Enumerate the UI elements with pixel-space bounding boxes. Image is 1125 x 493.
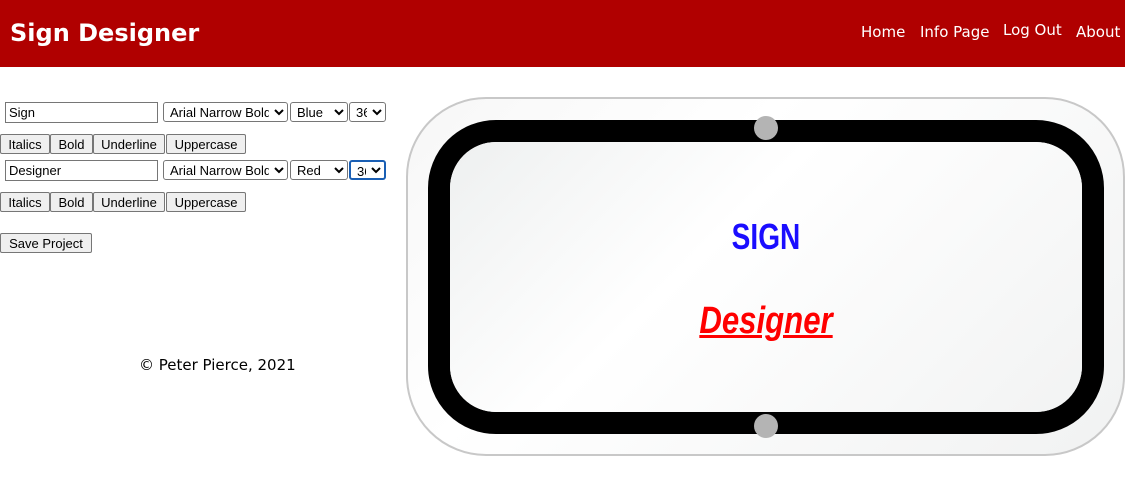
line2-bold-button[interactable]: Bold <box>50 192 93 212</box>
line1-underline-button[interactable]: Underline <box>93 134 165 154</box>
line1-color-select[interactable]: Blue <box>290 102 348 122</box>
line2-font-select[interactable]: Arial Narrow Bold <box>163 160 288 180</box>
sign-face <box>450 142 1082 412</box>
line2-underline-button[interactable]: Underline <box>93 192 165 212</box>
sign-preview-line1: SIGN <box>731 216 801 257</box>
app-title: Sign Designer <box>10 19 200 47</box>
line1-italics-button[interactable]: Italics <box>0 134 50 154</box>
line2-text-input[interactable] <box>5 160 158 181</box>
footer-copyright: © Peter Pierce, 2021 <box>139 356 296 374</box>
nav-info-link[interactable]: Info Page <box>920 22 989 42</box>
save-project-button[interactable]: Save Project <box>0 233 92 253</box>
line1-text-input[interactable] <box>5 102 158 123</box>
top-bar: Sign Designer Home Info Page Log Out Abo… <box>0 0 1125 67</box>
line2-size-select[interactable]: 36 <box>349 160 386 180</box>
top-mounting-hole <box>754 116 778 140</box>
nav-logout-link[interactable]: Log Out <box>1003 20 1062 40</box>
bottom-mounting-hole <box>754 414 778 438</box>
line2-uppercase-button[interactable]: Uppercase <box>166 192 246 212</box>
line2-color-select[interactable]: Red <box>290 160 348 180</box>
line2-italics-button[interactable]: Italics <box>0 192 50 212</box>
line1-uppercase-button[interactable]: Uppercase <box>166 134 246 154</box>
line1-bold-button[interactable]: Bold <box>50 134 93 154</box>
line1-size-select[interactable]: 36 <box>349 102 386 122</box>
line1-font-select[interactable]: Arial Narrow Bold <box>163 102 288 122</box>
nav-home-link[interactable]: Home <box>861 22 905 42</box>
nav-about-link[interactable]: About <box>1076 22 1120 42</box>
sign-preview-line2: Designer <box>699 300 833 342</box>
